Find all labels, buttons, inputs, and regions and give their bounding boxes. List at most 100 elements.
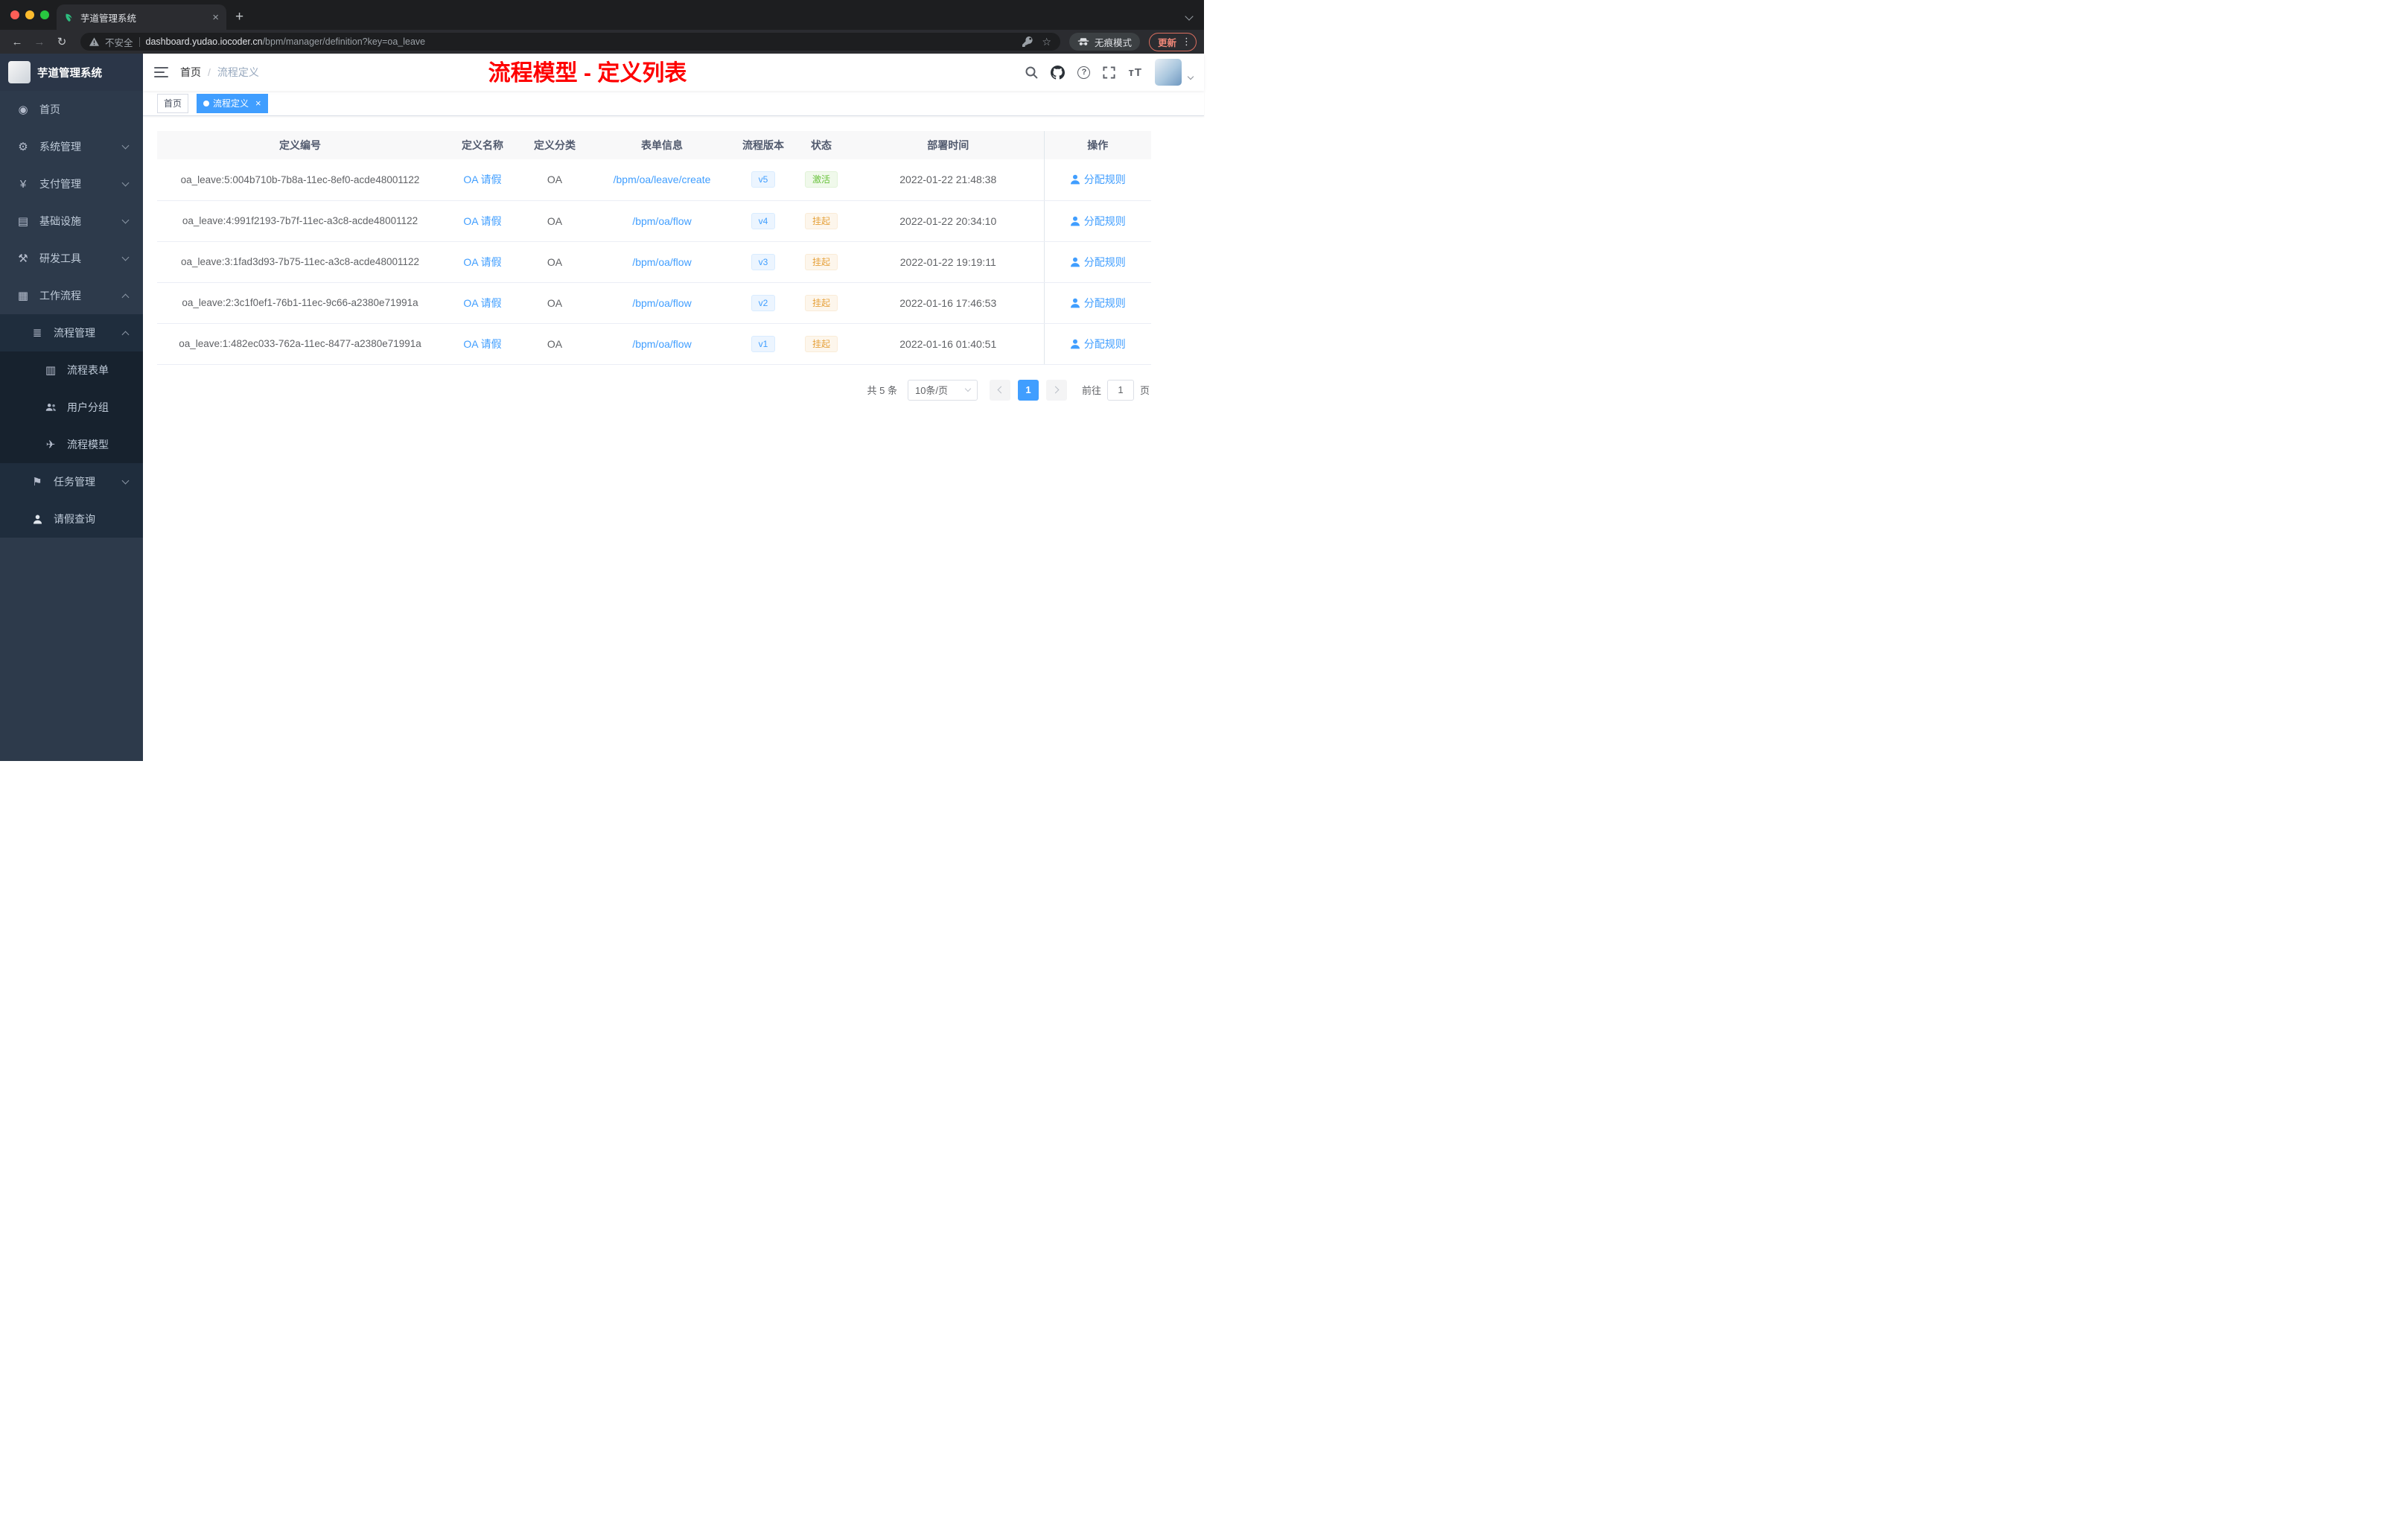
definition-table: 定义编号 定义名称 定义分类 表单信息 流程版本 状态 部署时间 操作 oa_l… (157, 131, 1151, 365)
deploy-time: 2022-01-22 21:48:38 (853, 159, 1044, 201)
sidebar-item-label: 流程表单 (67, 364, 109, 376)
version-tag: v3 (751, 253, 776, 270)
definition-name-link[interactable]: OA 请假 (463, 256, 501, 268)
workflow-icon: ▦ (17, 290, 29, 302)
tab-search-chevron-icon[interactable] (1185, 12, 1194, 21)
tag-process-definition[interactable]: 流程定义 × (197, 93, 268, 113)
avatar-dropdown-chevron-icon[interactable] (1187, 73, 1194, 80)
app-title: 芋道管理系统 (37, 67, 102, 80)
sidebar-item-system-management[interactable]: ⚙ 系统管理 (0, 128, 143, 165)
status-tag: 激活 (804, 171, 838, 188)
definition-name-link[interactable]: OA 请假 (463, 338, 501, 350)
next-page-button[interactable] (1045, 379, 1067, 401)
logo-avatar (8, 61, 31, 83)
browser-tab[interactable]: 芋道管理系统 × (57, 4, 226, 30)
back-icon[interactable]: ← (7, 36, 27, 48)
chevron-down-icon (121, 253, 130, 261)
tab-close-icon[interactable]: × (212, 12, 219, 23)
browser-menu-icon[interactable]: ⋮ (1182, 36, 1191, 48)
prev-page-button[interactable] (989, 379, 1010, 401)
navbar-actions: ? тT (1025, 59, 1194, 86)
assign-rule-link[interactable]: 分配规则 (1070, 172, 1126, 187)
new-tab-button[interactable]: + (235, 10, 243, 24)
tags-view-bar: 首页 流程定义 × (143, 91, 1204, 116)
breadcrumb-home[interactable]: 首页 (180, 65, 201, 80)
goto-page-input[interactable] (1106, 379, 1134, 401)
hamburger-icon[interactable] (154, 67, 168, 77)
col-action: 操作 (1043, 131, 1151, 159)
definition-category: OA (522, 200, 587, 242)
help-icon[interactable]: ? (1077, 66, 1091, 79)
pagination: 共 5 条 10条/页 1 前往 页 (157, 379, 1151, 401)
version-tag: v4 (751, 212, 776, 229)
col-definition-category: 定义分类 (522, 131, 587, 159)
col-form-info: 表单信息 (587, 131, 736, 159)
sidebar-item-home[interactable]: ◉ 首页 (0, 91, 143, 128)
assign-rule-link[interactable]: 分配规则 (1070, 296, 1126, 311)
status-tag: 挂起 (804, 335, 838, 352)
sidebar-item-infrastructure[interactable]: ▤ 基础设施 (0, 203, 143, 240)
assign-rule-link[interactable]: 分配规则 (1070, 255, 1126, 270)
update-browser-button[interactable]: 更新 ⋮ (1148, 32, 1197, 51)
fullscreen-icon[interactable] (1103, 66, 1116, 79)
sidebar-item-workflow[interactable]: ▦ 工作流程 (0, 277, 143, 314)
sidebar-item-leave-query[interactable]: 请假查询 (0, 500, 143, 538)
form-info-link[interactable]: /bpm/oa/flow (632, 338, 691, 350)
version-tag: v1 (751, 335, 776, 352)
definition-name-link[interactable]: OA 请假 (463, 215, 501, 227)
table-row: oa_leave:3:1fad3d93-7b75-11ec-a3c8-acde4… (157, 241, 1151, 283)
infrastructure-icon: ▤ (17, 215, 29, 228)
definition-id: oa_leave:5:004b710b-7b8a-11ec-8ef0-acde4… (157, 159, 443, 201)
assign-rule-link[interactable]: 分配规则 (1070, 214, 1126, 229)
user-icon (1070, 298, 1080, 308)
deploy-time: 2022-01-16 01:40:51 (853, 323, 1044, 365)
form-info-link[interactable]: /bpm/oa/flow (632, 256, 691, 268)
tag-close-icon[interactable]: × (255, 98, 261, 108)
form-info-link[interactable]: /bpm/oa/flow (632, 297, 691, 309)
close-window-button[interactable] (10, 10, 19, 19)
user-icon (1070, 257, 1080, 267)
page-unit-label: 页 (1139, 385, 1150, 396)
security-label[interactable]: 不安全 (105, 35, 133, 49)
form-info-link[interactable]: /bpm/oa/leave/create (614, 173, 711, 185)
definition-category: OA (522, 159, 587, 201)
sidebar-item-label: 系统管理 (39, 141, 81, 153)
chevron-up-icon (121, 293, 130, 301)
key-icon[interactable] (1022, 36, 1033, 47)
tag-home[interactable]: 首页 (157, 93, 189, 113)
sidebar-item-label: 用户分组 (67, 401, 109, 413)
version-tag: v5 (751, 171, 776, 188)
forward-icon[interactable]: → (30, 36, 49, 48)
bookmark-star-icon[interactable]: ☆ (1042, 36, 1051, 47)
definition-name-link[interactable]: OA 请假 (463, 297, 501, 309)
sidebar-item-process-form[interactable]: ▥ 流程表单 (0, 351, 143, 389)
sidebar-item-payment-management[interactable]: ¥ 支付管理 (0, 165, 143, 203)
minimize-window-button[interactable] (25, 10, 34, 19)
url-text[interactable]: dashboard.yudao.iocoder.cn/bpm/manager/d… (146, 36, 426, 47)
form-info-link[interactable]: /bpm/oa/flow (632, 215, 691, 227)
definition-category: OA (522, 323, 587, 365)
page-1-button[interactable]: 1 (1017, 379, 1039, 401)
font-size-icon[interactable]: тT (1128, 66, 1142, 79)
status-tag: 挂起 (804, 253, 838, 270)
sidebar-item-user-group[interactable]: 用户分组 (0, 389, 143, 426)
paper-plane-icon: ✈ (45, 439, 56, 451)
page-size-select[interactable]: 10条/页 (907, 379, 978, 401)
sidebar-item-task-management[interactable]: ⚑ 任务管理 (0, 463, 143, 500)
sidebar-item-dev-tools[interactable]: ⚒ 研发工具 (0, 240, 143, 277)
address-bar[interactable]: 不安全 dashboard.yudao.iocoder.cn/bpm/manag… (80, 33, 1060, 51)
app-logo[interactable]: 芋道管理系统 (0, 54, 143, 91)
tab-strip: 芋道管理系统 × + (0, 0, 1204, 30)
update-label: 更新 (1157, 37, 1176, 48)
reload-icon[interactable]: ↻ (52, 35, 71, 48)
sidebar-item-process-model[interactable]: ✈ 流程模型 (0, 426, 143, 463)
github-icon[interactable] (1051, 65, 1066, 80)
sidebar-item-process-management[interactable]: ≣ 流程管理 (0, 314, 143, 351)
page-content: 定义编号 定义名称 定义分类 表单信息 流程版本 状态 部署时间 操作 oa_l… (143, 116, 1204, 401)
maximize-window-button[interactable] (40, 10, 49, 19)
assign-rule-link[interactable]: 分配规则 (1070, 337, 1126, 351)
definition-name-link[interactable]: OA 请假 (463, 173, 501, 185)
user-avatar[interactable] (1155, 59, 1182, 86)
version-tag: v2 (751, 294, 776, 311)
search-icon[interactable] (1025, 66, 1038, 79)
